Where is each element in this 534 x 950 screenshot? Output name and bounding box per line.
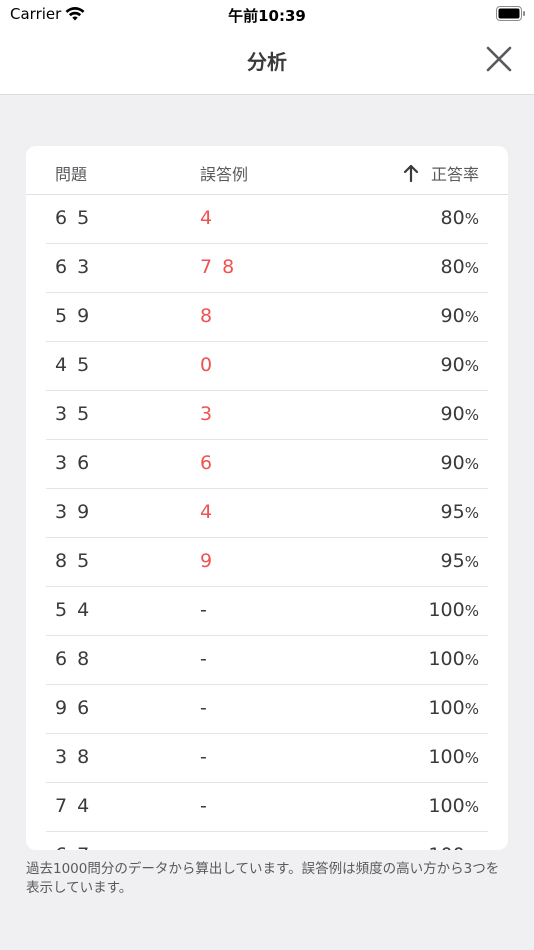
table-body[interactable]: 6 5 4 80% 6 37 8 80% 5 9 8 90% 4 5 0 90% 3 5 3 90% 3 6… <box>26 195 508 850</box>
correct-rate-cell: 100% <box>428 599 479 621</box>
table-row[interactable]: 3 8 - 100% <box>46 734 488 783</box>
correct-rate-value: 90 <box>440 452 465 474</box>
question-cell: 5 4 <box>55 599 92 621</box>
correct-rate-value: 90 <box>440 305 465 327</box>
correct-rate-value: 100 <box>428 795 465 817</box>
percent-unit: % <box>464 210 479 228</box>
column-header-rate[interactable]: 正答率 <box>403 161 479 185</box>
correct-rate-cell: 100% <box>428 795 479 817</box>
analysis-table: 問題 誤答例 正答率 6 5 4 80% 6 3 7 8 80% 5 9 8 90% 4 5 0 90… <box>26 146 508 850</box>
wrong-answer-cell: 0 <box>200 354 215 376</box>
wrong-answer-cell: - <box>200 648 209 670</box>
column-header-question[interactable]: 問題 <box>55 161 87 185</box>
wrong-answer-cell: - <box>200 746 209 768</box>
correct-rate-value: 100 <box>428 648 465 670</box>
navigation-bar: 分析 <box>0 28 534 95</box>
percent-unit: % <box>464 700 479 718</box>
table-row[interactable]: 3 5 3 90% <box>46 391 488 440</box>
correct-rate-cell: 90% <box>441 452 479 474</box>
percent-unit: % <box>464 553 479 571</box>
wrong-answer-cell: 3 <box>200 403 215 425</box>
battery-icon <box>496 6 525 21</box>
correct-rate-cell: 100% <box>428 844 479 850</box>
correct-rate-cell: 95% <box>441 550 479 572</box>
question-cell: 6 7 <box>55 844 91 850</box>
wrong-answer-cell: 4 <box>200 207 215 229</box>
table-row[interactable]: 6 7 - 100% <box>46 832 488 850</box>
wrong-answer-cell: 9 <box>200 550 215 572</box>
clock: 午前10:39 <box>228 7 306 25</box>
percent-unit: % <box>464 357 479 375</box>
correct-rate-value: 90 <box>440 403 465 425</box>
question-cell: 3 9 <box>55 501 92 523</box>
wrong-answer-cell: - <box>200 795 209 817</box>
wrong-answer-cell: 4 <box>200 501 215 523</box>
correct-rate-cell: 90% <box>441 305 479 327</box>
status-bar: Carrier 午前10:39 <box>0 0 534 28</box>
footnote: 過去1000問分のデータから算出しています。誤答例は頻度の高い方から3つを表示し… <box>26 861 500 896</box>
percent-unit: % <box>464 798 479 816</box>
correct-rate-value: 80 <box>440 256 465 278</box>
table-row[interactable]: 3 9 4 95% <box>46 489 488 538</box>
percent-unit: % <box>464 455 479 473</box>
table-row[interactable]: 9 6 - 100% <box>46 685 488 734</box>
page-title: 分析 <box>247 50 287 74</box>
wrong-answer-cell: 6 <box>200 452 215 474</box>
wrong-answer-cell: - <box>200 697 209 719</box>
question-cell: 3 5 <box>55 403 92 425</box>
question-cell: 6 5 <box>55 207 92 229</box>
question-cell: 4 5 <box>55 354 92 376</box>
question-cell: 3 6 <box>55 452 92 474</box>
correct-rate-cell: 100% <box>428 746 479 768</box>
column-header-rate-label: 正答率 <box>430 165 479 184</box>
question-cell: 7 4 <box>55 795 92 817</box>
table-row[interactable]: 5 4 - 100% <box>46 587 488 636</box>
correct-rate-cell: 90% <box>441 354 479 376</box>
table-row[interactable]: 6 3 7 8 80% <box>46 244 488 293</box>
question-cell: 3 8 <box>55 746 92 768</box>
correct-rate-cell: 95% <box>441 501 479 523</box>
table-row[interactable]: 3 6 6 90% <box>46 440 488 489</box>
table-row[interactable]: 4 5 0 90% <box>46 342 488 391</box>
question-cell: 5 9 <box>55 305 92 327</box>
percent-unit: % <box>464 749 479 767</box>
correct-rate-cell: 80% <box>441 207 479 229</box>
correct-rate-cell: 100% <box>428 648 479 670</box>
correct-rate-value: 95 <box>440 550 465 572</box>
correct-rate-cell: 80% <box>441 256 479 278</box>
close-icon[interactable] <box>484 44 514 74</box>
percent-unit: % <box>464 602 479 620</box>
percent-unit: % <box>464 308 479 326</box>
correct-rate-value: 100 <box>428 599 465 621</box>
column-header-wrong-examples[interactable]: 誤答例 <box>200 161 248 185</box>
correct-rate-value: 100 <box>428 697 465 719</box>
question-cell: 6 3 <box>55 256 92 278</box>
table-header: 問題 誤答例 正答率 <box>26 146 508 195</box>
table-row[interactable]: 7 4 - 100% <box>46 783 488 832</box>
table-row[interactable]: 8 5 9 95% <box>46 538 488 587</box>
percent-unit: % <box>465 847 479 850</box>
wrong-answer-cell: 8 <box>200 305 215 327</box>
arrow-up-icon <box>403 164 419 182</box>
percent-unit: % <box>464 406 479 424</box>
correct-rate-cell: 90% <box>441 403 479 425</box>
correct-rate-value: 95 <box>440 501 465 523</box>
percent-unit: % <box>464 651 479 669</box>
percent-unit: % <box>464 259 479 277</box>
percent-unit: % <box>464 504 479 522</box>
correct-rate-value: 100 <box>428 746 465 768</box>
table-row[interactable]: 5 9 8 90% <box>46 293 488 342</box>
wrong-answer-cell: 7 8 <box>200 256 237 278</box>
wrong-answer-cell: - <box>200 844 209 850</box>
question-cell: 6 8 <box>55 648 92 670</box>
correct-rate-value: 100 <box>428 844 464 850</box>
correct-rate-value: 80 <box>440 207 465 229</box>
table-row[interactable]: 6 8 - 100% <box>46 636 488 685</box>
question-cell: 8 5 <box>55 550 92 572</box>
correct-rate-cell: 100% <box>428 697 479 719</box>
question-cell: 9 6 <box>55 697 92 719</box>
correct-rate-value: 90 <box>440 354 465 376</box>
table-row[interactable]: 6 5 4 80% <box>46 195 488 244</box>
wrong-answer-cell: - <box>200 599 209 621</box>
